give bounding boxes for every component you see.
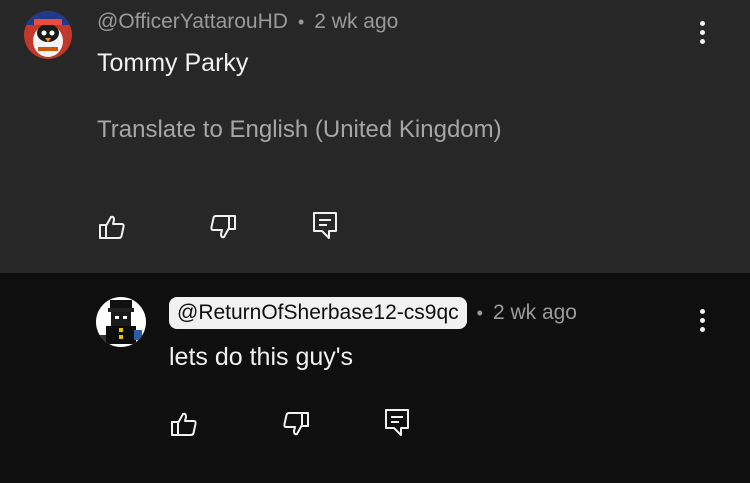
reply-age[interactable]: 2 wk ago xyxy=(493,301,577,325)
like-button[interactable] xyxy=(97,212,127,242)
reply-text: lets do this guy's xyxy=(169,343,354,371)
comment-age[interactable]: 2 wk ago xyxy=(314,10,398,34)
meta-separator: • xyxy=(476,302,483,323)
more-options-button[interactable] xyxy=(692,16,712,48)
thumbs-down-icon xyxy=(210,215,236,239)
reply-avatar[interactable] xyxy=(96,297,146,347)
thumbs-down-icon xyxy=(283,412,309,436)
comment-author[interactable]: @OfficerYattarouHD xyxy=(97,10,288,34)
comment-text: Tommy Parky xyxy=(97,49,249,77)
penguin-avatar-icon xyxy=(24,11,72,59)
reply-reply-button[interactable] xyxy=(382,407,412,437)
comment-meta: @OfficerYattarouHD • 2 wk ago xyxy=(97,10,398,34)
thumbs-up-icon xyxy=(99,215,125,239)
dislike-button[interactable] xyxy=(208,212,238,242)
reply-meta: @ReturnOfSherbase12-cs9qc • 2 wk ago xyxy=(169,297,577,329)
top-comment: @OfficerYattarouHD • 2 wk ago Tommy Park… xyxy=(0,0,750,273)
more-vertical-icon xyxy=(699,20,705,26)
translate-button[interactable]: Translate to English (United Kingdom) xyxy=(97,116,502,144)
reply-like-button[interactable] xyxy=(169,409,199,439)
reply-button[interactable] xyxy=(310,210,340,240)
reply-author-badge[interactable]: @ReturnOfSherbase12-cs9qc xyxy=(169,297,467,329)
reply-comment-icon xyxy=(385,409,409,436)
reply-dislike-button[interactable] xyxy=(281,409,311,439)
thumbs-up-icon xyxy=(171,412,197,436)
reply-more-options-button[interactable] xyxy=(692,304,712,336)
meta-separator: • xyxy=(297,11,305,32)
reply-comment-icon xyxy=(313,212,337,239)
blocky-character-avatar-icon xyxy=(96,297,146,347)
more-vertical-icon xyxy=(699,308,705,314)
commenter-avatar[interactable] xyxy=(24,11,72,59)
reply-comment: @ReturnOfSherbase12-cs9qc • 2 wk ago let… xyxy=(0,273,750,483)
